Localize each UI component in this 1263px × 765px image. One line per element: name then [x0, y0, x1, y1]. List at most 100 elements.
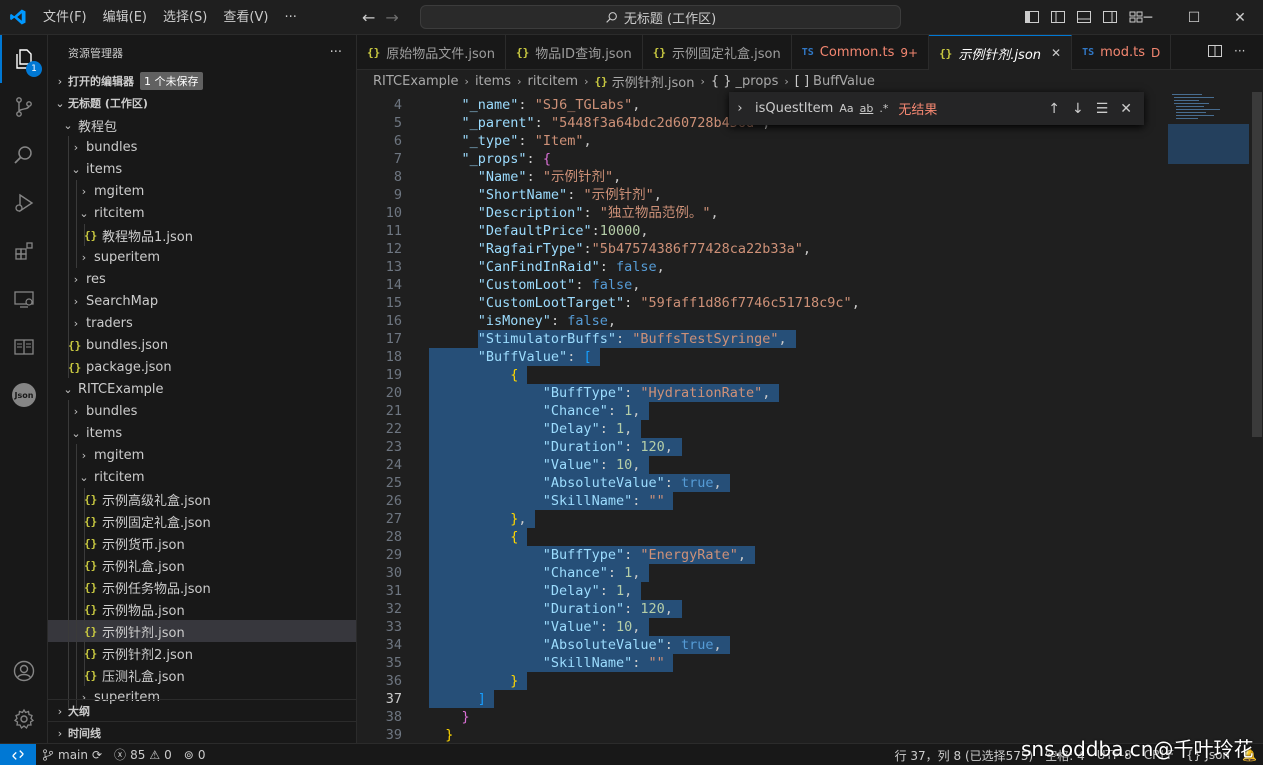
open-editors-section[interactable]: › 打开的编辑器 1 个未保存 [48, 70, 356, 92]
tree-folder-item[interactable]: › mgitem [48, 444, 356, 466]
editor-tab[interactable]: TS mod.ts D [1072, 35, 1172, 70]
editor-tab[interactable]: {} 示例固定礼盒.json [643, 35, 792, 70]
manage-activity[interactable] [0, 695, 48, 743]
code-line: 13 "CanFindInRaid": false, [357, 258, 1167, 276]
tree-folder-item[interactable]: ⌄ items [48, 158, 356, 180]
tree-folder-item[interactable]: › SearchMap [48, 290, 356, 312]
regex-toggle[interactable]: .* [879, 102, 888, 115]
minimap-viewport[interactable] [1168, 124, 1249, 164]
remote-indicator[interactable] [0, 743, 36, 765]
accounts-activity[interactable] [0, 647, 48, 695]
match-word-toggle[interactable]: ab [860, 102, 874, 115]
split-editor-icon[interactable] [1208, 44, 1222, 62]
tree-file-item[interactable]: {} 示例针剂2.json [48, 642, 356, 664]
tree-file-item[interactable]: {} 压测礼盒.json [48, 664, 356, 686]
line-number: 6 [393, 133, 402, 149]
breadcrumb-item[interactable]: RITCExample [373, 74, 459, 89]
back-arrow-icon[interactable]: ← [362, 8, 375, 27]
more-actions-icon[interactable]: ··· [330, 45, 342, 60]
find-input[interactable]: isQuestItem [755, 101, 833, 116]
menu-item[interactable]: 选择(S) [155, 0, 215, 35]
line-number: 7 [393, 151, 402, 167]
menu-item[interactable]: ··· [276, 0, 304, 35]
branch-indicator[interactable]: main ⟳ [36, 748, 108, 762]
activity-bottom [0, 647, 48, 743]
menu-item[interactable]: 文件(F) [35, 0, 95, 35]
editor-tab[interactable]: TS Common.ts 9+ [792, 35, 930, 70]
ports-indicator[interactable]: ⊚ 0 [178, 748, 212, 762]
minimize-icon[interactable]: ─ [1125, 0, 1171, 35]
maximize-icon[interactable]: ☐ [1171, 0, 1217, 35]
extensions-activity[interactable] [0, 227, 48, 275]
find-in-selection-icon[interactable]: ☰ [1096, 101, 1109, 117]
menu-item[interactable]: 查看(V) [215, 0, 276, 35]
tree-file-item[interactable]: {} 示例物品.json [48, 598, 356, 620]
remote-explorer-activity[interactable] [0, 275, 48, 323]
vscode-logo-icon[interactable] [0, 0, 35, 35]
breadcrumb-item[interactable]: items [475, 74, 511, 89]
tree-file-item[interactable]: {} 示例礼盒.json [48, 554, 356, 576]
tree-file-item[interactable]: {} 示例货币.json [48, 532, 356, 554]
tree-folder-item[interactable]: › mgitem [48, 180, 356, 202]
toggle-replace-icon[interactable]: › [729, 101, 751, 116]
match-case-toggle[interactable]: Aa [839, 102, 853, 115]
tree-file-item[interactable]: {} 示例固定礼盒.json [48, 510, 356, 532]
menu-item[interactable]: 编辑(E) [95, 0, 155, 35]
minimap[interactable] [1168, 92, 1253, 292]
next-match-icon[interactable]: ↓ [1072, 101, 1084, 117]
breadcrumb-item[interactable]: BuffValue [813, 74, 875, 89]
chevron-right-icon: › [81, 250, 87, 264]
sync-icon[interactable]: ⟳ [92, 748, 102, 762]
tree-folder-item[interactable]: › bundles [48, 136, 356, 158]
tree-file-item[interactable]: {} package.json [48, 356, 356, 378]
tree-folder-item[interactable]: › superitem [48, 246, 356, 268]
previous-match-icon[interactable]: ↑ [1048, 101, 1060, 117]
search-activity[interactable] [0, 131, 48, 179]
tree-file-item[interactable]: {} 示例任务物品.json [48, 576, 356, 598]
editor-tab[interactable]: {} 物品ID查询.json [506, 35, 643, 70]
tree-folder-item[interactable]: ⌄ items [48, 422, 356, 444]
code-line: 23 "Duration": 120, [357, 438, 1167, 456]
forward-arrow-icon[interactable]: → [385, 8, 398, 27]
outline-section[interactable]: › 大纲 [48, 699, 356, 722]
timeline-section[interactable]: › 时间线 [48, 721, 356, 743]
source-control-activity[interactable] [0, 83, 48, 131]
tree-folder-item[interactable]: ⌄ 教程包 [48, 114, 356, 136]
editor-tab[interactable]: {} 示例针剂.json ✕ [929, 35, 1073, 70]
more-actions-icon[interactable]: ··· [1234, 44, 1245, 62]
tree-folder-item[interactable]: ⌄ RITCExample [48, 378, 356, 400]
close-find-icon[interactable]: ✕ [1120, 101, 1132, 117]
run-debug-activity[interactable] [0, 179, 48, 227]
command-center[interactable]: 无标题 (工作区) [420, 5, 901, 29]
tree-folder-item[interactable]: › traders [48, 312, 356, 334]
line-number: 37 [385, 691, 402, 707]
breadcrumb-item[interactable]: _props [736, 74, 779, 89]
editor-tab[interactable]: {} 原始物品文件.json [357, 35, 506, 70]
tree-folder-item[interactable]: ⌄ ritcitem [48, 466, 356, 488]
toggle-panel-icon[interactable] [1076, 9, 1092, 25]
breadcrumb-item[interactable]: ritcitem [528, 74, 579, 89]
scrollbar-thumb[interactable] [1252, 92, 1262, 437]
close-tab-icon[interactable]: ✕ [1051, 46, 1061, 60]
toggle-secondary-sidebar-icon[interactable] [1102, 9, 1118, 25]
tree-folder-item[interactable]: › res [48, 268, 356, 290]
explorer-activity[interactable]: 1 [0, 35, 48, 83]
cursor-position[interactable]: 行 37，列 8 (已选择575) [889, 747, 1040, 764]
json-activity[interactable]: Json [0, 371, 48, 419]
code-token: "BuffsTestSyringe" [632, 331, 779, 347]
tree-folder-item[interactable]: › bundles [48, 400, 356, 422]
toggle-primary-sidebar-icon[interactable] [1024, 9, 1040, 25]
tree-file-item[interactable]: {} 教程物品1.json [48, 224, 356, 246]
vertical-scrollbar[interactable] [1249, 92, 1263, 743]
problems-indicator[interactable]: ⓧ 85 ⚠ 0 [108, 746, 178, 763]
workspace-section[interactable]: ⌄ 无标题 (工作区) [48, 92, 356, 114]
tree-file-item[interactable]: {} 示例高级礼盒.json [48, 488, 356, 510]
tree-folder-item[interactable]: ⌄ ritcitem [48, 202, 356, 224]
toggle-sidebar-icon[interactable] [1050, 9, 1066, 25]
code-editor[interactable]: 4 "_name": "SJ6_TGLabs", 5 "_parent": "54… [357, 92, 1263, 743]
tree-file-item[interactable]: {} bundles.json [48, 334, 356, 356]
notebook-activity[interactable] [0, 323, 48, 371]
breadcrumb-item[interactable]: 示例针剂.json [612, 72, 695, 91]
tree-file-item[interactable]: {} 示例针剂.json [48, 620, 356, 642]
close-window-icon[interactable]: ✕ [1217, 0, 1263, 35]
